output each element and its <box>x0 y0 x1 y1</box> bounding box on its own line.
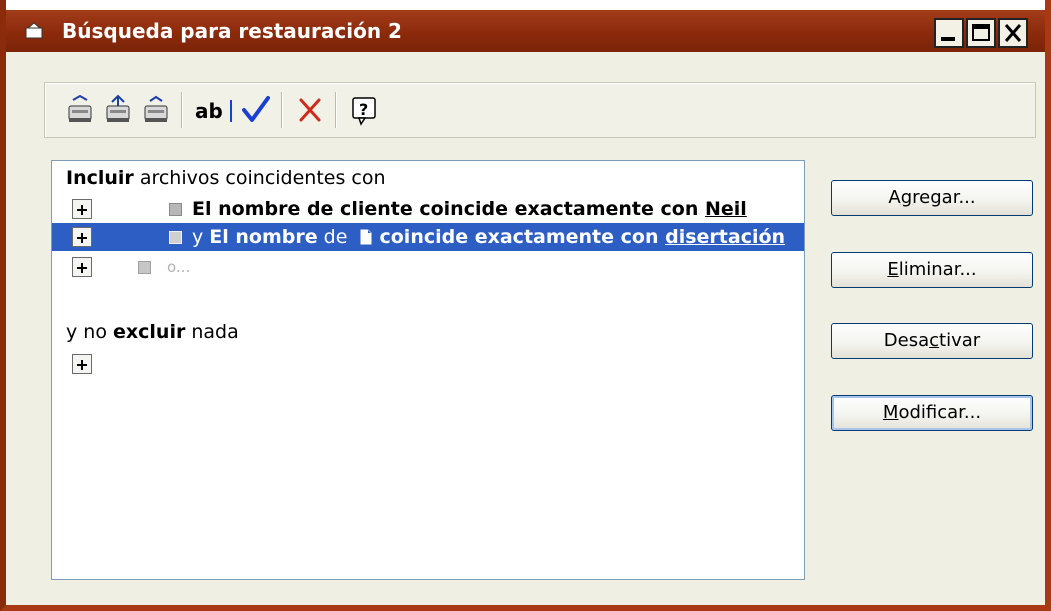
condition-bullet-icon <box>169 203 182 216</box>
condition-bullet-icon <box>169 231 182 244</box>
toolbar: ab ? <box>44 82 1036 138</box>
remove-button[interactable]: Eliminar... <box>831 252 1033 288</box>
tray-up-icon <box>106 94 130 122</box>
close-button[interactable] <box>998 18 1028 48</box>
toolbar-separator <box>335 92 337 128</box>
toolbar-separator <box>281 92 283 128</box>
condition-value-link[interactable]: disertación <box>665 226 785 248</box>
expand-icon[interactable] <box>72 257 92 277</box>
connector-text: y <box>192 226 204 248</box>
toolbar-tray-button-3[interactable] <box>139 92 173 128</box>
minimize-button[interactable] <box>934 18 964 48</box>
add-button[interactable]: Agregar... <box>831 180 1033 216</box>
help-icon: ? <box>352 97 376 126</box>
condition-value-link[interactable]: Neil <box>705 198 747 220</box>
include-header: Incluir archivos coincidentes con <box>52 165 804 191</box>
rename-icon: ab <box>195 99 232 123</box>
include-keyword: Incluir <box>66 167 134 189</box>
exclude-keyword: excluir <box>113 321 186 343</box>
help-button[interactable]: ? <box>347 92 381 128</box>
criteria-row[interactable]: El nombre de cliente coincide exactament… <box>52 196 804 222</box>
include-header-text: archivos coincidentes con <box>133 167 386 189</box>
rename-button[interactable]: ab <box>191 92 239 128</box>
title-bar[interactable]: Búsqueda para restauración 2 <box>6 0 1045 52</box>
expand-icon[interactable] <box>72 354 92 374</box>
app-icon <box>24 22 46 40</box>
svg-text:?: ? <box>359 100 368 119</box>
disable-button[interactable]: Desactivar <box>831 323 1033 359</box>
condition-text: y El nombre de coincide exactamente con … <box>192 226 786 248</box>
exclude-header: y no excluir nada <box>66 321 239 343</box>
placeholder-bullet-icon <box>138 261 151 274</box>
toolbar-separator <box>181 92 183 128</box>
criteria-row-selected[interactable]: y El nombre de coincide exactamente con … <box>52 223 804 251</box>
modify-button[interactable]: Modificar... <box>831 395 1033 431</box>
maximize-icon <box>972 24 990 41</box>
toolbar-tray-button-2[interactable] <box>101 92 135 128</box>
restore-search-window: Búsqueda para restauración 2 ab ? Inclui… <box>0 0 1051 611</box>
condition-text: El nombre de cliente coincide exactament… <box>192 198 747 220</box>
window-title: Búsqueda para restauración 2 <box>62 19 402 43</box>
criteria-placeholder-row[interactable]: o... <box>52 254 804 280</box>
tray-icon <box>68 94 92 122</box>
expand-icon[interactable] <box>72 199 92 219</box>
accept-button[interactable] <box>239 92 273 128</box>
delete-button[interactable] <box>293 92 327 128</box>
toolbar-tray-button-1[interactable] <box>63 92 97 128</box>
check-icon <box>242 96 270 122</box>
file-icon <box>360 229 372 245</box>
svg-text:ab: ab <box>195 99 223 123</box>
minimize-icon <box>941 37 955 41</box>
exclude-row[interactable] <box>52 351 804 377</box>
close-icon <box>1004 24 1022 42</box>
tray-icon <box>144 95 168 122</box>
expand-icon[interactable] <box>72 227 92 247</box>
delete-icon <box>299 98 321 122</box>
maximize-button[interactable] <box>966 18 996 48</box>
or-placeholder: o... <box>167 258 191 276</box>
criteria-list[interactable]: Incluir archivos coincidentes con El nom… <box>51 160 805 580</box>
